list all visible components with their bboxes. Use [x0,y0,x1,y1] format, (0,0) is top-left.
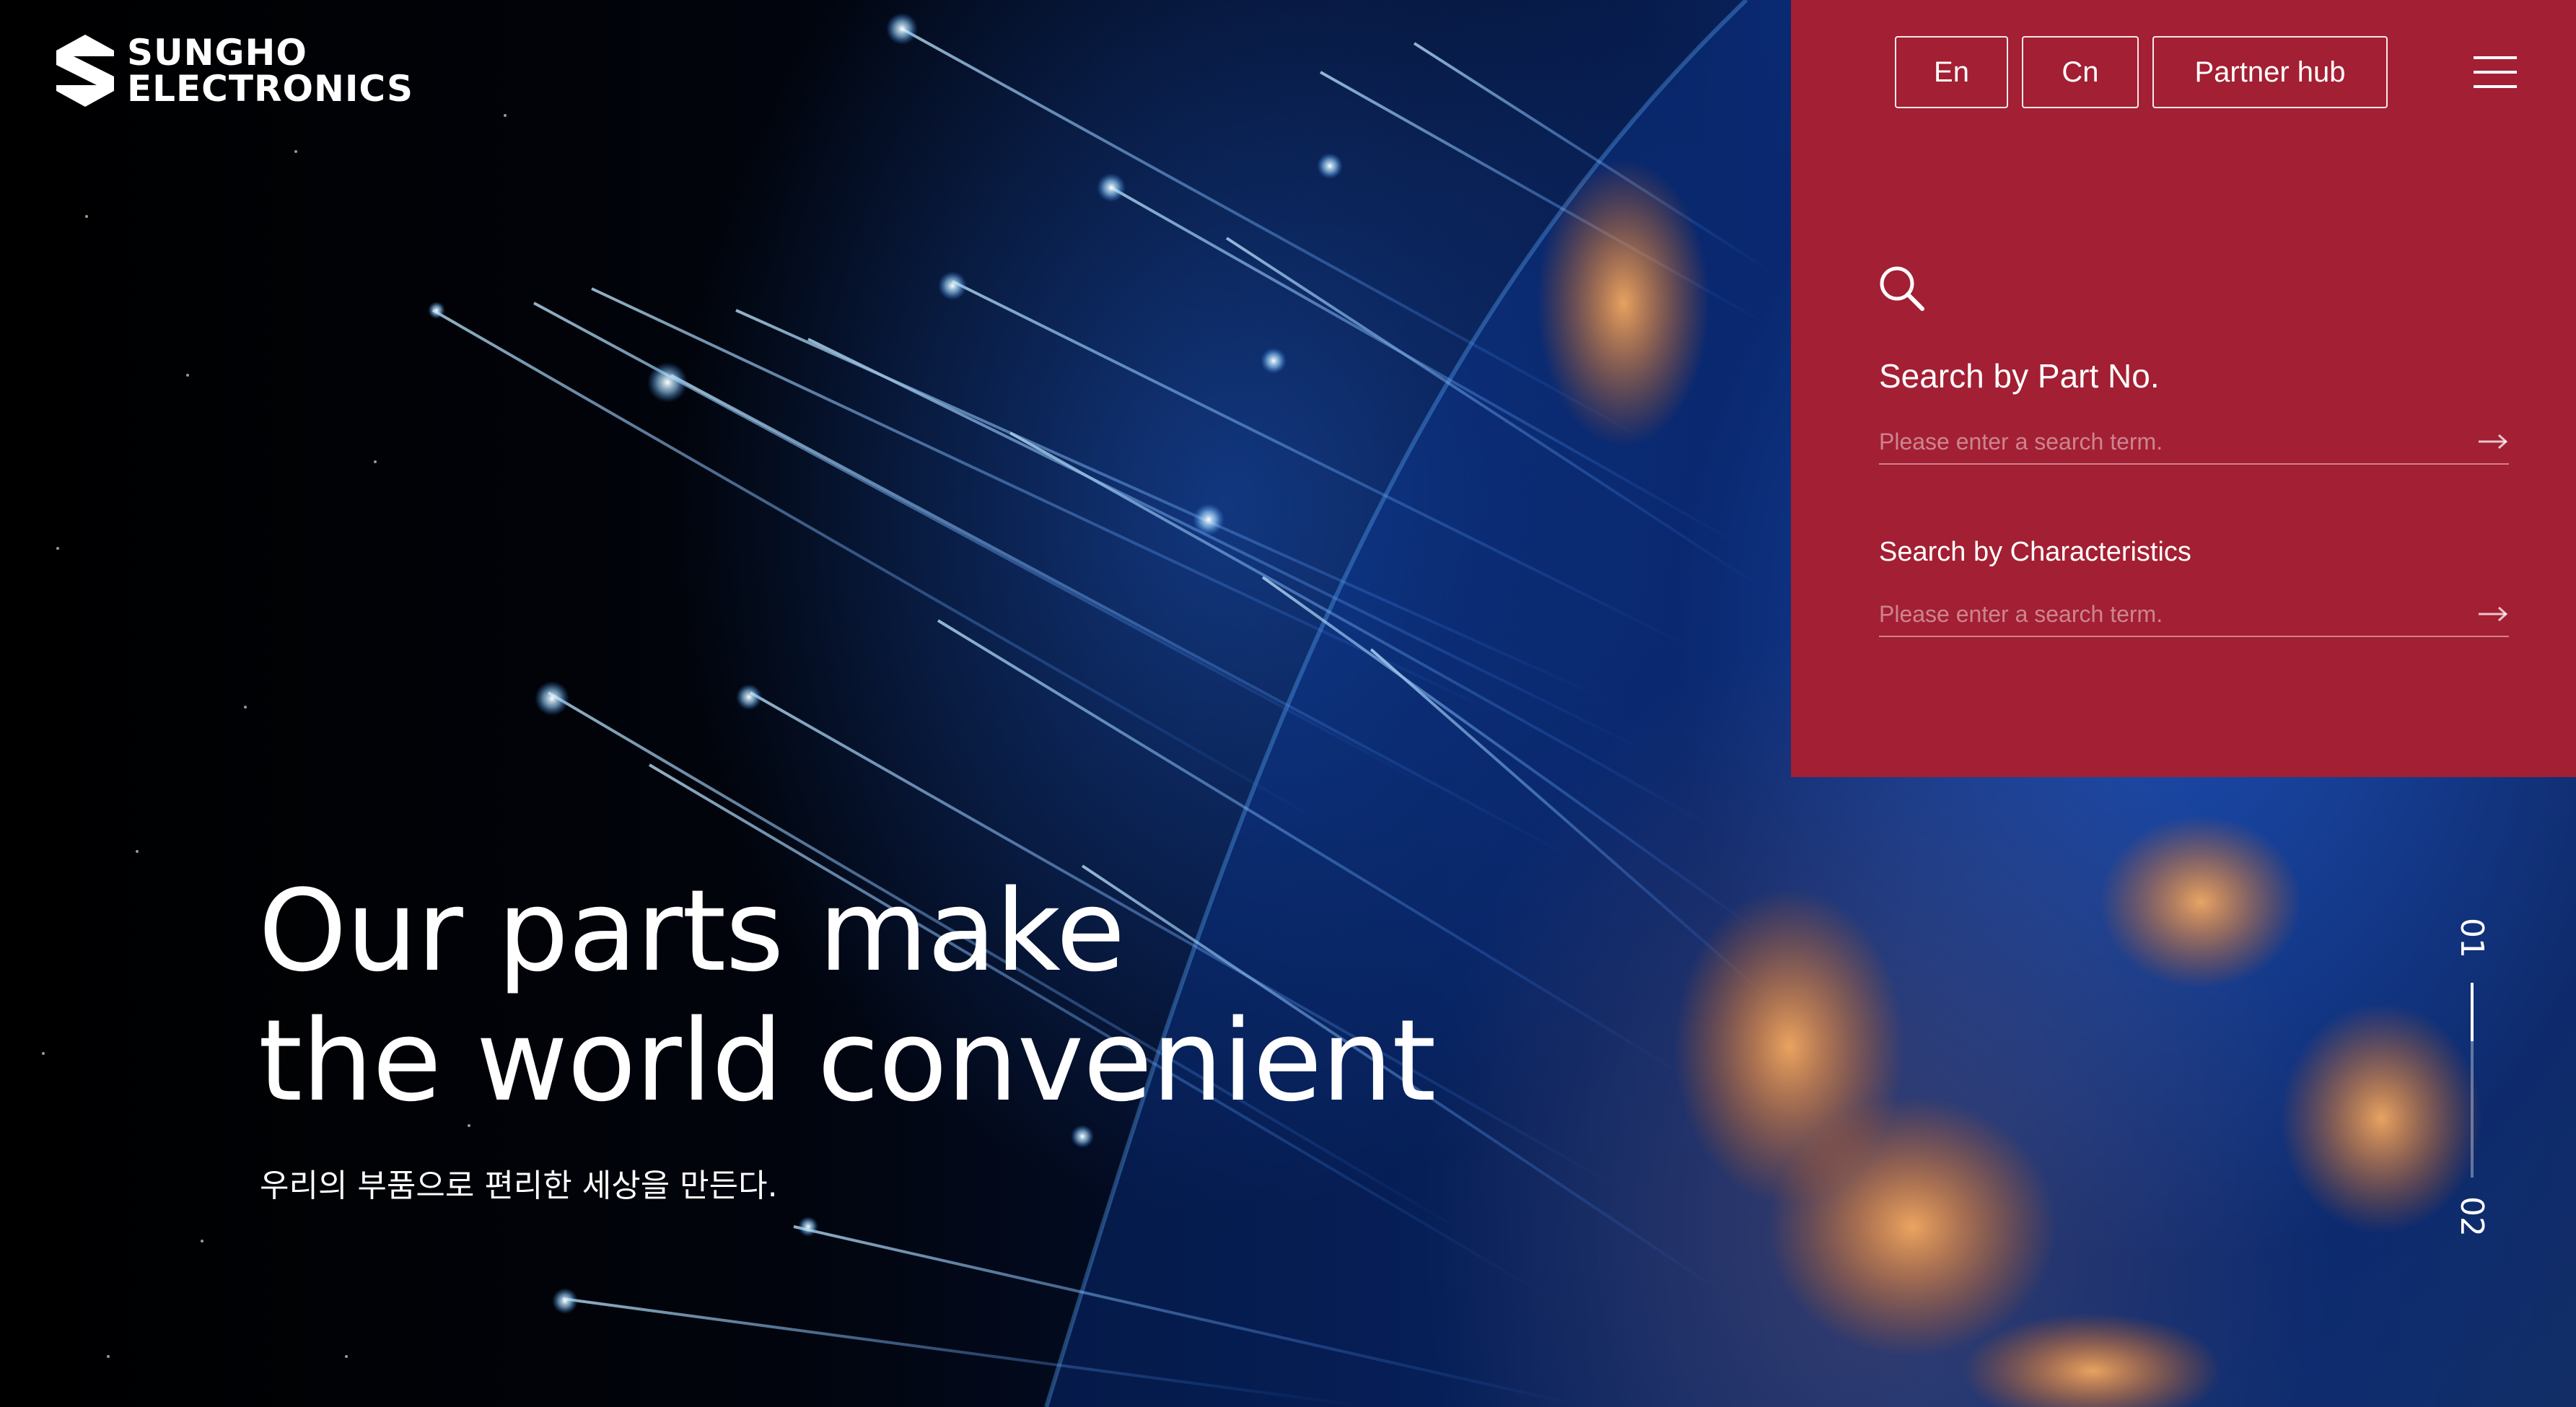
language-en-button[interactable]: En [1895,36,2008,108]
search-characteristics-title: Search by Characteristics [1879,537,2191,567]
hero-subtitle: 우리의 부품으로 편리한 세상을 만든다. [260,1167,778,1204]
search-icon [1880,266,1924,311]
partner-hub-button[interactable]: Partner hub [2152,36,2388,108]
brand-name: SUNGHO ELECTRONICS [127,35,413,107]
part-no-search-field [1879,420,2509,465]
part-no-search-arrow-icon[interactable] [2473,427,2509,456]
brand-line-1: SUNGHO [127,32,307,74]
slide-progress-fill [2471,983,2474,1041]
hero-headline: Our parts make the world convenient [258,865,1436,1126]
brand-line-2: ELECTRONICS [127,68,414,110]
part-no-search-input[interactable] [1879,428,2473,455]
search-panel: En Cn Partner hub Search by Part No. Sea… [1791,0,2576,777]
slide-01-button[interactable]: 01 [2450,916,2494,960]
slide-progress-track [2471,983,2474,1178]
menu-bar [2474,85,2517,88]
language-cn-button[interactable]: Cn [2022,36,2139,108]
menu-bar [2474,56,2517,59]
hero-line-1: Our parts make [258,865,1125,996]
characteristics-search-field [1879,592,2509,637]
home-page: SUNGHO ELECTRONICS En Cn Partner hub Sea… [0,0,2576,1407]
characteristics-search-input[interactable] [1879,600,2473,628]
menu-bar [2474,71,2517,74]
slide-indicator: 01 02 [2450,916,2494,1248]
brand-logo[interactable]: SUNGHO ELECTRONICS [56,35,413,107]
hero-line-2: the world convenient [258,995,1436,1126]
sungho-logo-icon [56,35,114,107]
characteristics-search-arrow-icon[interactable] [2473,600,2509,628]
slide-02-button[interactable]: 02 [2450,1195,2494,1238]
hamburger-menu-icon[interactable] [2474,56,2517,88]
search-part-no-title: Search by Part No. [1879,357,2160,395]
